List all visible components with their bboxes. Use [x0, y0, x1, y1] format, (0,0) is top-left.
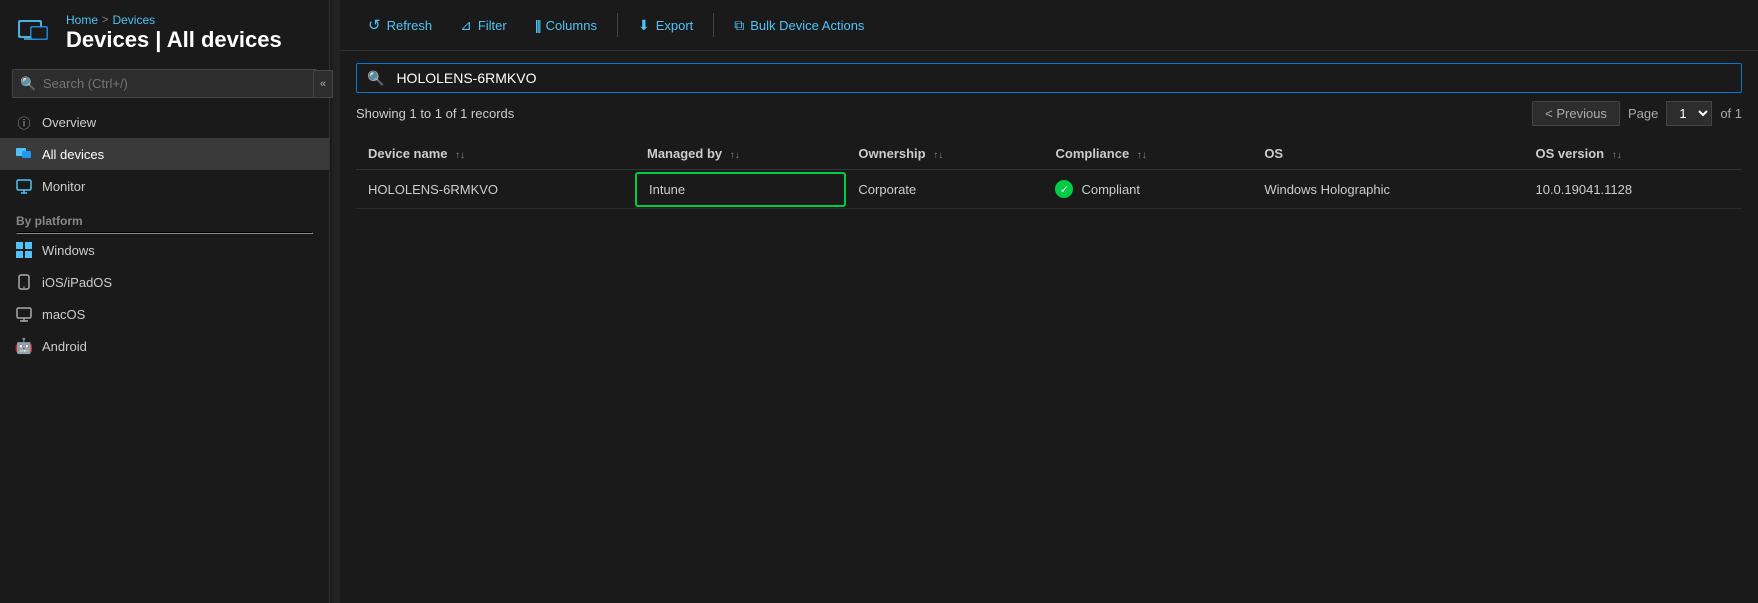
col-device-name[interactable]: Device name ↑↓: [356, 138, 635, 170]
nav-ios[interactable]: iOS/iPadOS: [0, 266, 329, 298]
collapse-sidebar-button[interactable]: «: [313, 70, 333, 98]
filter-icon: ⊿: [460, 17, 472, 34]
filter-search-icon: 🔍: [367, 70, 384, 87]
nav-ios-label: iOS/iPadOS: [42, 275, 112, 290]
toolbar-separator-2: [713, 13, 714, 37]
refresh-icon: ↺: [368, 16, 381, 34]
col-ownership[interactable]: Ownership ↑↓: [846, 138, 1043, 170]
devices-table: Device name ↑↓ Managed by ↑↓ Ownership ↑…: [356, 138, 1742, 209]
content-area: 🔍 Showing 1 to 1 of 1 records < Previous…: [340, 51, 1758, 603]
previous-button[interactable]: < Previous: [1532, 101, 1620, 126]
pagination: < Previous Page 1 of 1: [1532, 101, 1742, 126]
filter-label: Filter: [478, 18, 507, 33]
nav-all-devices[interactable]: All devices: [0, 138, 329, 170]
compliant-icon: ✓: [1055, 180, 1073, 198]
page-select[interactable]: 1: [1666, 101, 1712, 126]
export-label: Export: [656, 18, 694, 33]
nav-windows[interactable]: Windows: [0, 234, 329, 266]
cell-ownership: Corporate: [846, 170, 1043, 209]
table-header-row: Device name ↑↓ Managed by ↑↓ Ownership ↑…: [356, 138, 1742, 170]
sort-icon-ownership: ↑↓: [933, 150, 943, 161]
all-devices-icon: [16, 146, 32, 162]
page-title: Devices | All devices: [66, 27, 282, 53]
refresh-button[interactable]: ↺ Refresh: [356, 10, 444, 40]
managed-by-highlighted: Intune: [635, 172, 846, 207]
table-row[interactable]: HOLOLENS-6RMKVO Intune Corporate ✓ Compl…: [356, 170, 1742, 209]
nav-overview-label: Overview: [42, 115, 96, 130]
columns-label: Columns: [546, 18, 597, 33]
main-content: ↺ Refresh ⊿ Filter ||| Columns ⬇ Export …: [340, 0, 1758, 603]
nav-monitor-label: Monitor: [42, 179, 85, 194]
nav-windows-label: Windows: [42, 243, 95, 258]
sort-icon-device-name: ↑↓: [455, 150, 465, 161]
col-os[interactable]: OS: [1252, 138, 1523, 170]
breadcrumb-home[interactable]: Home: [66, 13, 98, 27]
toolbar-separator-1: [617, 13, 618, 37]
sort-icon-compliance: ↑↓: [1137, 150, 1147, 161]
nav-macos-label: macOS: [42, 307, 85, 322]
macos-icon: [16, 306, 32, 322]
sidebar: Home > Devices Devices | All devices 🔍 «…: [0, 0, 330, 603]
compliance-container: ✓ Compliant: [1055, 180, 1240, 198]
col-compliance[interactable]: Compliance ↑↓: [1043, 138, 1252, 170]
sidebar-search-container: 🔍 «: [12, 69, 317, 98]
android-icon: 🤖: [16, 338, 32, 354]
breadcrumb: Home > Devices: [66, 13, 282, 27]
cell-compliance: ✓ Compliant: [1043, 170, 1252, 209]
nav-macos[interactable]: macOS: [0, 298, 329, 330]
page-label: Page: [1628, 106, 1658, 121]
breadcrumb-separator: >: [102, 14, 108, 26]
nav-overview[interactable]: ⓘ Overview: [0, 106, 329, 138]
compliance-label: Compliant: [1081, 182, 1140, 197]
platform-section-label: By platform: [0, 202, 329, 232]
bulk-actions-icon: ⧉: [734, 17, 744, 34]
monitor-icon: [16, 178, 32, 194]
export-icon: ⬇: [638, 17, 650, 34]
page-header: Home > Devices Devices | All devices: [0, 0, 329, 61]
cell-managed-by: Intune: [635, 170, 846, 209]
nav-monitor[interactable]: Monitor: [0, 170, 329, 202]
sort-icon-managed-by: ↑↓: [730, 150, 740, 161]
breadcrumb-current[interactable]: Devices: [112, 13, 155, 27]
toolbar: ↺ Refresh ⊿ Filter ||| Columns ⬇ Export …: [340, 0, 1758, 51]
nav-all-devices-label: All devices: [42, 147, 104, 162]
overview-icon: ⓘ: [16, 114, 32, 130]
sidebar-search-input[interactable]: [12, 69, 317, 98]
export-button[interactable]: ⬇ Export: [626, 11, 705, 40]
col-os-version[interactable]: OS version ↑↓: [1523, 138, 1742, 170]
cell-device-name: HOLOLENS-6RMKVO: [356, 170, 635, 209]
devices-icon: [16, 12, 54, 53]
device-search-input[interactable]: [392, 68, 1731, 88]
bulk-actions-button[interactable]: ⧉ Bulk Device Actions: [722, 11, 876, 40]
bulk-actions-label: Bulk Device Actions: [750, 18, 864, 33]
ios-icon: [16, 274, 32, 290]
col-managed-by[interactable]: Managed by ↑↓: [635, 138, 846, 170]
records-info-bar: Showing 1 to 1 of 1 records < Previous P…: [356, 101, 1742, 126]
of-total-pages: of 1: [1720, 106, 1742, 121]
cell-os: Windows Holographic: [1252, 170, 1523, 209]
filter-button[interactable]: ⊿ Filter: [448, 11, 519, 40]
nav-android-label: Android: [42, 339, 87, 354]
columns-icon: |||: [535, 17, 540, 33]
search-icon: 🔍: [20, 76, 36, 92]
device-filter-search: 🔍: [356, 63, 1742, 93]
cell-os-version: 10.0.19041.1128: [1523, 170, 1742, 209]
nav-android[interactable]: 🤖 Android: [0, 330, 329, 362]
sidebar-scrollbar[interactable]: [332, 0, 340, 603]
refresh-label: Refresh: [387, 18, 433, 33]
windows-icon: [16, 242, 32, 258]
sort-icon-os-version: ↑↓: [1612, 150, 1622, 161]
records-count: Showing 1 to 1 of 1 records: [356, 106, 514, 121]
columns-button[interactable]: ||| Columns: [523, 11, 609, 39]
title-block: Home > Devices Devices | All devices: [66, 13, 282, 53]
